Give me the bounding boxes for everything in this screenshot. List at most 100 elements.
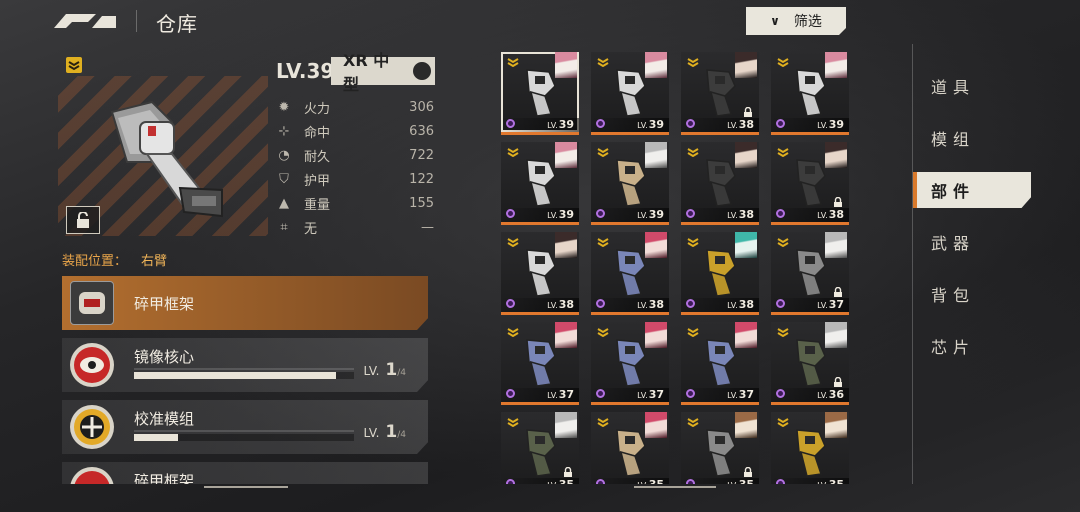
category-tab[interactable]: 武器 xyxy=(913,216,1080,268)
part-card[interactable]: LV.37 xyxy=(591,322,669,405)
stat-row: ⊹ 命中 636 xyxy=(276,119,434,143)
part-card[interactable]: LV.36 xyxy=(771,322,849,405)
module-name: 碎甲框架 xyxy=(134,472,195,484)
orbit-icon xyxy=(686,299,695,308)
part-level: LV.35 xyxy=(727,478,754,484)
stat-value: — xyxy=(421,219,434,235)
part-level-prefix: LV. xyxy=(637,391,648,400)
part-card[interactable]: LV.37 xyxy=(681,322,759,405)
part-level-prefix: LV. xyxy=(547,211,558,220)
part-card[interactable]: LV.37 xyxy=(501,322,579,405)
part-level: LV.39 xyxy=(547,118,574,131)
rarity-strip xyxy=(771,402,849,405)
rarity-strip xyxy=(771,312,849,315)
orbit-icon xyxy=(686,479,695,484)
stat-row: ✹ 火力 306 xyxy=(276,95,434,119)
orbit-icon xyxy=(506,479,515,484)
module-list[interactable]: 碎甲框架 镜像核心 LV. 1/4 校准模组 LV. 1/4 碎甲框架 xyxy=(62,276,428,484)
stat-row: ⌗ 无 — xyxy=(276,215,434,239)
part-level-prefix: LV. xyxy=(817,121,828,130)
module-name: 镜像核心 xyxy=(134,348,195,366)
part-thumbnail xyxy=(616,159,646,207)
module-level-max: /4 xyxy=(397,368,406,378)
rarity-strip xyxy=(501,312,579,315)
category-tab[interactable]: 芯片 xyxy=(913,320,1080,372)
module-card[interactable]: 碎甲框架 xyxy=(62,276,428,330)
part-thumbnail xyxy=(526,249,556,297)
module-card[interactable]: 碎甲框架 xyxy=(62,462,428,484)
part-card[interactable]: LV.35 xyxy=(501,412,579,484)
part-level: LV.36 xyxy=(817,388,844,401)
rarity-strip xyxy=(681,402,759,405)
orbit-icon xyxy=(596,389,605,398)
part-level-prefix: LV. xyxy=(727,121,738,130)
rarity-strip xyxy=(591,132,669,135)
part-level: LV.38 xyxy=(637,298,664,311)
part-thumbnail xyxy=(796,249,826,297)
module-list-scrollbar[interactable] xyxy=(204,486,288,488)
title-divider xyxy=(136,10,137,32)
module-card[interactable]: 校准模组 LV. 1/4 xyxy=(62,400,428,454)
category-tab[interactable]: 部件 xyxy=(913,172,1031,208)
module-level-max: /4 xyxy=(397,430,406,440)
stat-name: 耐久 xyxy=(304,149,331,165)
part-level: LV.35 xyxy=(817,478,844,484)
lock-toggle-button[interactable] xyxy=(66,206,100,234)
orbit-icon xyxy=(686,119,695,128)
part-thumbnail xyxy=(706,69,736,117)
part-card[interactable]: LV.39 xyxy=(591,142,669,225)
lock-icon xyxy=(834,287,842,297)
lock-icon xyxy=(564,467,572,477)
parts-grid-scrollbar[interactable] xyxy=(634,486,716,488)
orbit-icon xyxy=(596,479,605,484)
part-level: LV.38 xyxy=(727,208,754,221)
part-card[interactable]: LV.39 xyxy=(501,52,579,135)
rank-chevron-icon xyxy=(66,57,82,73)
part-card[interactable]: LV.39 xyxy=(591,52,669,135)
module-card[interactable]: 镜像核心 LV. 1/4 xyxy=(62,338,428,392)
part-card[interactable]: LV.38 xyxy=(681,232,759,315)
filter-button[interactable]: ∨ 筛选 xyxy=(746,7,846,35)
stat-row: ◔ 耐久 722 xyxy=(276,143,434,167)
part-level: LV.39 xyxy=(637,118,664,131)
part-card[interactable]: LV.35 xyxy=(681,412,759,484)
rarity-strip xyxy=(501,222,579,225)
part-level: LV.39 xyxy=(817,118,844,131)
part-thumbnail xyxy=(526,69,556,117)
orbit-icon xyxy=(596,299,605,308)
part-card[interactable]: LV.38 xyxy=(681,52,759,135)
part-card[interactable]: LV.38 xyxy=(771,142,849,225)
part-card[interactable]: LV.38 xyxy=(501,232,579,315)
category-tab[interactable]: 道具 xyxy=(913,60,1080,112)
filter-label: 筛选 xyxy=(793,14,822,30)
part-card[interactable]: LV.38 xyxy=(591,232,669,315)
module-level: LV. 1/4 xyxy=(364,360,406,380)
orbit-icon xyxy=(776,119,785,128)
none-icon: ⌗ xyxy=(280,219,288,235)
stat-row: ⛉ 护甲 122 xyxy=(276,167,434,191)
part-card[interactable]: LV.35 xyxy=(771,412,849,484)
rarity-strip xyxy=(771,132,849,135)
module-name: 校准模组 xyxy=(134,410,195,428)
part-level: LV.37 xyxy=(727,388,754,401)
mount-value: 右臂 xyxy=(141,254,168,269)
part-level-prefix: LV. xyxy=(637,211,648,220)
rarity-strip xyxy=(681,132,759,135)
part-card[interactable]: LV.38 xyxy=(681,142,759,225)
armor-frame-icon xyxy=(70,467,114,484)
part-card[interactable]: LV.37 xyxy=(771,232,849,315)
orbit-icon xyxy=(596,119,605,128)
part-card[interactable]: LV.39 xyxy=(501,142,579,225)
rarity-strip xyxy=(591,312,669,315)
back-icon[interactable] xyxy=(52,10,118,32)
part-card[interactable]: LV.35 xyxy=(591,412,669,484)
part-thumbnail xyxy=(706,159,736,207)
lock-icon xyxy=(834,197,842,207)
part-card[interactable]: LV.39 xyxy=(771,52,849,135)
page-title: 仓库 xyxy=(156,12,198,36)
parts-grid[interactable]: LV.39 LV.39 LV.38 LV.39 LV.39 LV.39 LV.38 LV.38… xyxy=(501,52,851,484)
category-tab[interactable]: 背包 xyxy=(913,268,1080,320)
module-progress-fill xyxy=(134,434,178,441)
category-tab[interactable]: 模组 xyxy=(913,112,1080,164)
module-progress-bar xyxy=(134,434,354,441)
